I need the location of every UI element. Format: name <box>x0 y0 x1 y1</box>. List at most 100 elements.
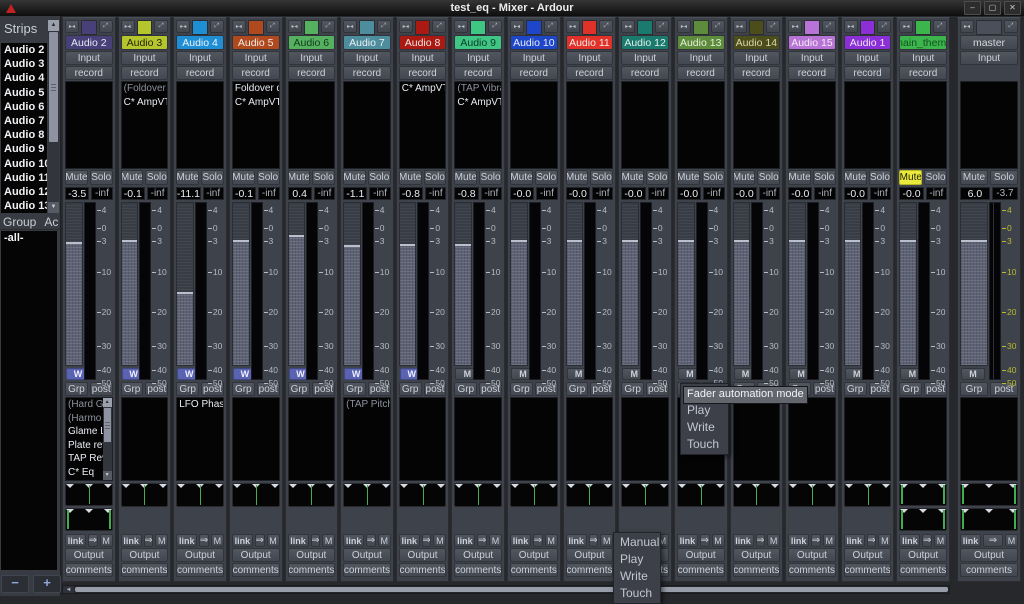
solo-button[interactable]: Solo <box>702 170 725 185</box>
panner-display[interactable] <box>788 483 836 507</box>
narrow-strip-icon[interactable]: ▸◂ <box>343 20 357 33</box>
panner-display[interactable] <box>510 483 558 507</box>
processor-box-prefader[interactable] <box>510 81 558 169</box>
sidebar-group-item[interactable]: -all- <box>1 231 57 245</box>
output-button[interactable]: Output <box>899 548 947 562</box>
solo-button[interactable]: Solo <box>90 170 113 185</box>
output-button[interactable]: Output <box>176 548 224 562</box>
fader-handle[interactable] <box>455 244 471 246</box>
scroll-left-icon[interactable]: ◄ <box>63 586 74 593</box>
sidebar-strip-item[interactable]: Audio 10 <box>1 157 47 171</box>
close-button[interactable]: ✕ <box>1004 1 1021 15</box>
narrow-strip-icon[interactable]: ▸◂ <box>960 20 974 33</box>
expand-strip-icon[interactable]: ⤢ <box>432 20 446 33</box>
pan-arrow-icon[interactable]: ⇒ <box>88 534 98 547</box>
strip-name-button[interactable]: Audio 8 <box>399 35 447 50</box>
processor-entry[interactable]: C* AmpVTS <box>455 96 501 110</box>
gain-fader[interactable] <box>288 202 306 366</box>
gain-fader[interactable] <box>788 202 806 366</box>
pan-link-button[interactable]: link <box>399 534 420 547</box>
narrow-strip-icon[interactable]: ▸◂ <box>176 20 190 33</box>
peak-display[interactable]: -inf <box>592 187 613 200</box>
panner-display[interactable] <box>65 508 113 531</box>
peak-display[interactable]: -inf <box>814 187 835 200</box>
narrow-strip-icon[interactable]: ▸◂ <box>288 20 302 33</box>
processor-box-prefader[interactable] <box>788 81 836 169</box>
gain-display[interactable]: -0.0 <box>733 187 757 200</box>
expand-strip-icon[interactable]: ⤢ <box>488 20 502 33</box>
narrow-strip-icon[interactable]: ▸◂ <box>899 20 913 33</box>
record-button[interactable]: record <box>232 66 280 80</box>
mute-button[interactable]: Mute <box>899 170 922 185</box>
group-button[interactable]: Grp <box>510 382 533 396</box>
scroll-down-icon[interactable]: ▼ <box>103 471 112 480</box>
expand-strip-icon[interactable]: ⤢ <box>933 20 947 33</box>
pan-link-button[interactable]: link <box>176 534 197 547</box>
panner-display[interactable] <box>232 483 280 507</box>
comments-button[interactable]: comments <box>733 563 781 577</box>
menu-item-manual[interactable]: Manual <box>614 534 660 551</box>
processor-box-postfader[interactable] <box>121 397 169 481</box>
pan-arrow-icon[interactable]: ⇒ <box>422 534 432 547</box>
peak-display[interactable]: -inf <box>314 187 335 200</box>
processor-scrollbar[interactable]: ▲▼ <box>103 398 112 480</box>
pan-arrow-icon[interactable]: ⇒ <box>589 534 599 547</box>
gain-fader[interactable] <box>399 202 417 366</box>
strip-name-button[interactable]: Audio 10 <box>510 35 558 50</box>
processor-entry[interactable]: (TAP Pitch <box>344 398 390 412</box>
comments-button[interactable]: comments <box>399 563 447 577</box>
processor-box-postfader[interactable] <box>510 397 558 481</box>
processor-entry[interactable]: (Foldover d <box>122 82 168 96</box>
mute-button[interactable]: Mute <box>399 170 422 185</box>
processor-box-postfader[interactable]: (Hard G(HarmoGlame LPlate revTAP RevC* E… <box>65 397 113 481</box>
menu-item-play[interactable]: Play <box>614 551 660 568</box>
pan-automation-button[interactable]: M <box>712 534 725 547</box>
narrow-strip-icon[interactable]: ▸◂ <box>621 20 635 33</box>
solo-button[interactable]: Solo <box>424 170 447 185</box>
pan-arrow-icon[interactable]: ⇒ <box>700 534 710 547</box>
comments-button[interactable]: comments <box>454 563 502 577</box>
processor-box-postfader[interactable] <box>844 397 892 481</box>
fader-handle[interactable] <box>789 240 805 242</box>
gain-fader[interactable] <box>454 202 472 366</box>
input-button[interactable]: Input <box>899 51 947 65</box>
group-button[interactable]: Grp <box>399 382 422 396</box>
fader-handle[interactable] <box>177 292 193 294</box>
processor-box-postfader[interactable] <box>288 397 336 481</box>
processor-box-prefader[interactable] <box>733 81 781 169</box>
processor-box-prefader[interactable]: Foldover diC* AmpVTS <box>232 81 280 169</box>
peak-display[interactable]: -inf <box>536 187 557 200</box>
input-button[interactable]: Input <box>510 51 558 65</box>
record-button[interactable]: record <box>566 66 614 80</box>
strip-name-button[interactable]: main_theme <box>899 35 947 50</box>
pan-link-button[interactable]: link <box>343 534 364 547</box>
grow-strips-button[interactable]: + <box>33 575 61 593</box>
processor-box-postfader[interactable] <box>960 397 1018 481</box>
gain-display[interactable]: -0.1 <box>121 187 145 200</box>
record-button[interactable]: record <box>288 66 336 80</box>
output-button[interactable]: Output <box>733 548 781 562</box>
processor-entry[interactable]: C* AmpVTS <box>122 96 168 110</box>
comments-button[interactable]: comments <box>232 563 280 577</box>
gain-display[interactable]: -3.5 <box>65 187 89 200</box>
processor-box-prefader[interactable]: (TAP VibraC* AmpVTS <box>454 81 502 169</box>
sidebar-strip-item[interactable]: Audio 3 <box>1 57 47 71</box>
strips-list[interactable]: Audio 2Audio 3Audio 4Audio 5Audio 6Audio… <box>1 43 47 213</box>
solo-button[interactable]: Solo <box>312 170 335 185</box>
expand-strip-icon[interactable]: ⤢ <box>1004 20 1018 33</box>
output-button[interactable]: Output <box>65 548 113 562</box>
gain-fader[interactable] <box>899 202 917 366</box>
peak-display[interactable]: -inf <box>147 187 168 200</box>
output-button[interactable]: Output <box>454 548 502 562</box>
strip-name-button[interactable]: Audio 12 <box>621 35 669 50</box>
comments-button[interactable]: comments <box>844 563 892 577</box>
scrollbar-thumb[interactable] <box>75 587 948 592</box>
record-button[interactable]: record <box>788 66 836 80</box>
pan-link-button[interactable]: link <box>232 534 253 547</box>
fader-handle[interactable] <box>567 240 583 242</box>
sidebar-strip-item[interactable]: Audio 4 <box>1 71 47 85</box>
scroll-down-icon[interactable]: ▼ <box>48 202 59 213</box>
peak-display[interactable]: -inf <box>258 187 279 200</box>
expand-strip-icon[interactable]: ⤢ <box>154 20 168 33</box>
comments-button[interactable]: comments <box>121 563 169 577</box>
